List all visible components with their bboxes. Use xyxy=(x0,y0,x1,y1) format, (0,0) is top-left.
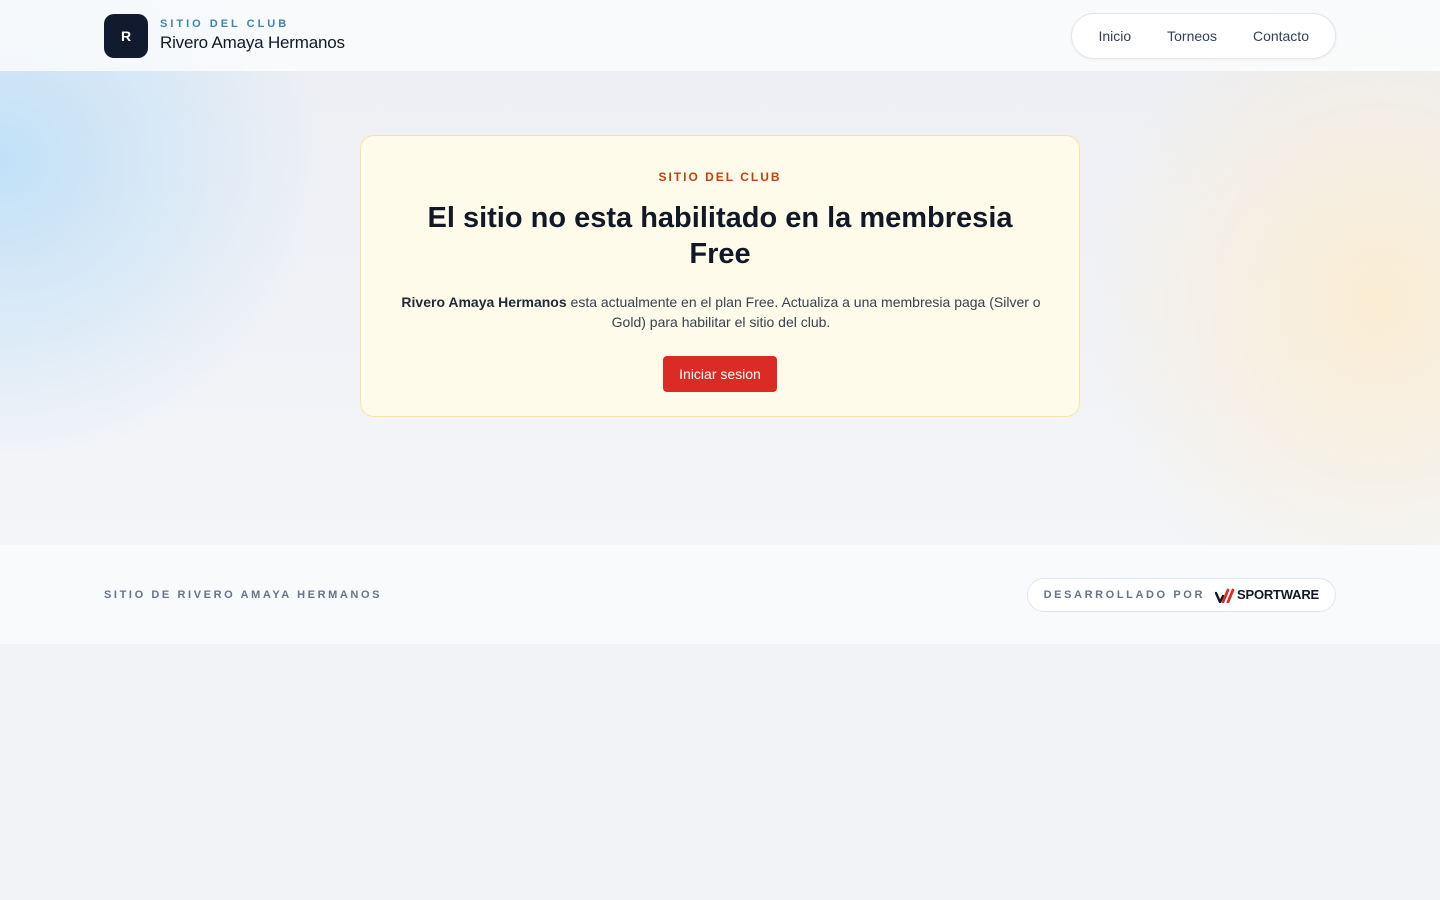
developed-by-label: DESARROLLADO POR xyxy=(1043,588,1206,601)
club-name: Rivero Amaya Hermanos xyxy=(160,33,345,52)
footer-site-label: SITIO DE RIVERO AMAYA HERMANOS xyxy=(104,588,383,601)
site-header: R SITIO DEL CLUB Rivero Amaya Hermanos I… xyxy=(0,0,1440,71)
sportware-logo: SPORTWARE xyxy=(1215,587,1319,603)
notice-club-name: Rivero Amaya Hermanos xyxy=(401,294,567,310)
club-logo: R xyxy=(104,13,148,58)
club-brand-text: SITIO DEL CLUB Rivero Amaya Hermanos xyxy=(160,18,345,53)
notice-body-text: esta actualmente en el plan Free. Actual… xyxy=(566,294,1041,330)
nav-torneos[interactable]: Torneos xyxy=(1149,28,1235,44)
main-nav: Inicio Torneos Contacto xyxy=(1071,12,1336,59)
sportware-mark-icon xyxy=(1215,588,1235,603)
nav-contacto[interactable]: Contacto xyxy=(1235,28,1327,44)
main-content: SITIO DEL CLUB El sitio no esta habilita… xyxy=(0,71,1440,545)
club-brand[interactable]: R SITIO DEL CLUB Rivero Amaya Hermanos xyxy=(104,13,345,58)
notice-title: El sitio no esta habilitado en la membre… xyxy=(427,202,1013,270)
developer-badge[interactable]: DESARROLLADO POR SPORTWARE xyxy=(1026,577,1336,612)
nav-inicio[interactable]: Inicio xyxy=(1080,28,1149,44)
brand-kicker: SITIO DEL CLUB xyxy=(160,18,290,30)
login-button[interactable]: Iniciar sesion xyxy=(663,356,777,392)
site-footer: SITIO DE RIVERO AMAYA HERMANOS DESARROLL… xyxy=(0,545,1440,644)
membership-notice-card: SITIO DEL CLUB El sitio no esta habilita… xyxy=(360,135,1080,417)
notice-body: Rivero Amaya Hermanos esta actualmente e… xyxy=(391,292,1051,332)
sportware-wordmark: SPORTWARE xyxy=(1237,587,1319,602)
notice-kicker: SITIO DEL CLUB xyxy=(658,170,782,184)
